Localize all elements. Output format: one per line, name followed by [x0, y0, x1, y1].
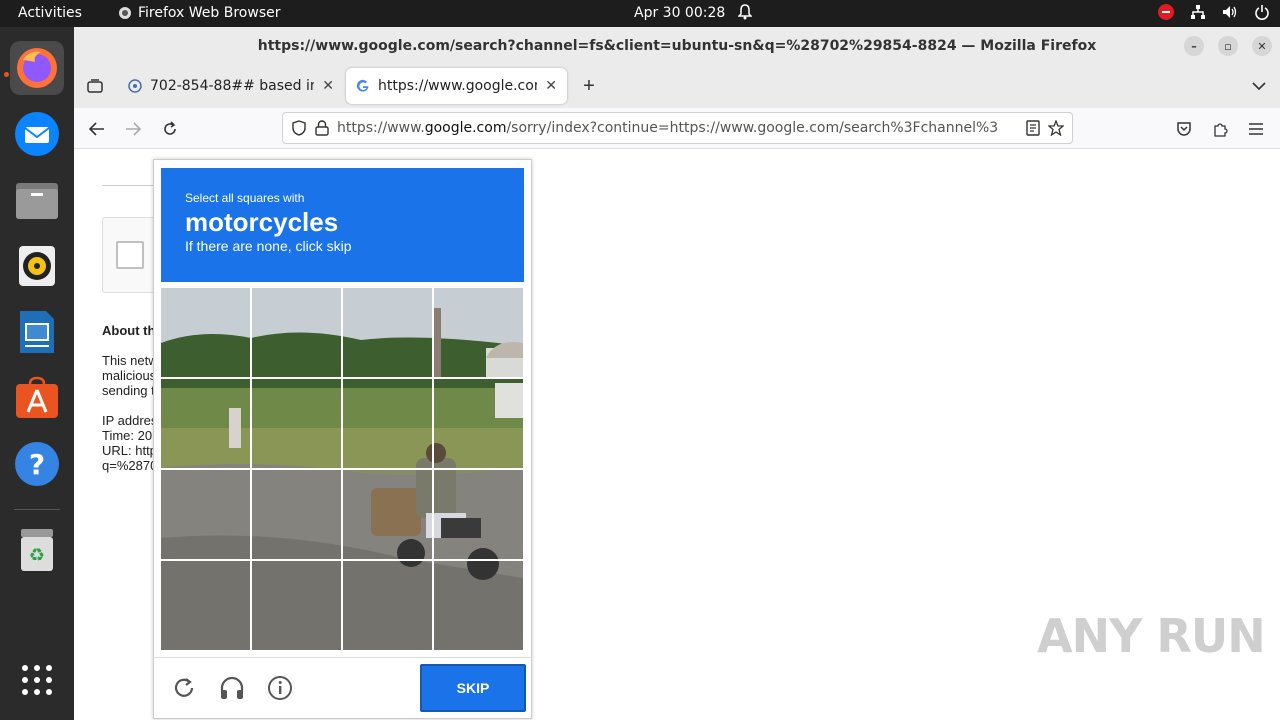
running-indicator: [4, 72, 9, 77]
headphones-icon[interactable]: [218, 674, 246, 702]
grid-tile[interactable]: [161, 379, 250, 468]
svg-text:♻: ♻: [29, 545, 45, 566]
do-not-disturb-icon[interactable]: [1158, 4, 1174, 20]
shield-favicon-icon: [128, 79, 142, 93]
about-text-line: malicious: [102, 368, 157, 383]
grid-tile[interactable]: [434, 379, 523, 468]
forward-button[interactable]: [120, 116, 146, 142]
captcha-instructions: Select all squares with motorcycles If t…: [161, 168, 524, 282]
lock-icon[interactable]: [315, 120, 329, 136]
bell-icon[interactable]: [737, 4, 753, 24]
app-name-label: Firefox Web Browser: [138, 5, 281, 21]
grid-tile[interactable]: [252, 379, 341, 468]
page-content: About th This netw malicious sending t I…: [74, 149, 1280, 720]
tab-google[interactable]: https://www.google.com ✕: [346, 68, 567, 104]
thunderbird-icon[interactable]: [10, 107, 64, 161]
grid-tile[interactable]: [343, 470, 432, 559]
tab-close-icon[interactable]: ✕: [545, 78, 557, 94]
volume-icon: [1223, 6, 1237, 18]
google-favicon-icon: [356, 79, 369, 92]
window-title: https://www.google.com/search?channel=fs…: [257, 37, 1097, 54]
captcha-footer: SKIP: [154, 657, 531, 719]
about-text-line: sending t: [102, 383, 155, 398]
clock[interactable]: Apr 30 00:28: [634, 5, 725, 21]
hint-text: If there are none, click skip: [185, 238, 352, 254]
firefox-small-icon: [119, 7, 131, 19]
navigation-toolbar: https://www.google.com/sorry/index?conti…: [74, 108, 1280, 149]
maximize-button[interactable]: ▫: [1218, 36, 1238, 56]
query-line: q=%2870: [102, 458, 158, 473]
grid-tile[interactable]: [434, 470, 523, 559]
captcha-challenge: Select all squares with motorcycles If t…: [153, 159, 532, 719]
reload-button[interactable]: [157, 116, 183, 142]
grid-tile[interactable]: [161, 470, 250, 559]
time-line: Time: 20: [102, 428, 153, 443]
captcha-image-grid: [161, 288, 523, 650]
grid-tile[interactable]: [343, 379, 432, 468]
bookmark-star-icon[interactable]: [1048, 120, 1064, 136]
files-icon[interactable]: [10, 173, 64, 227]
tab-bar: 702-854-88## based in La ✕ https://www.g…: [74, 64, 1280, 108]
url-text[interactable]: https://www.google.com/sorry/index?conti…: [337, 120, 1018, 136]
grid-tile[interactable]: [161, 561, 250, 650]
software-icon[interactable]: [10, 371, 64, 425]
dock: ? ♻: [0, 27, 74, 720]
reader-view-icon[interactable]: [1026, 120, 1040, 136]
grid-tile[interactable]: [161, 288, 250, 377]
skip-button[interactable]: SKIP: [420, 664, 526, 712]
reload-icon[interactable]: [170, 674, 198, 702]
window-titlebar[interactable]: https://www.google.com/search?channel=fs…: [74, 27, 1280, 64]
extensions-icon[interactable]: [1207, 116, 1233, 142]
firefox-window: https://www.google.com/search?channel=fs…: [74, 27, 1280, 720]
svg-text:?: ?: [29, 448, 45, 481]
app-menu[interactable]: Firefox Web Browser: [118, 5, 281, 21]
anyrun-watermark: ANY RUN: [1037, 609, 1266, 663]
back-button[interactable]: [84, 116, 110, 142]
url-bar[interactable]: https://www.google.com/sorry/index?conti…: [282, 112, 1073, 144]
tab-title: https://www.google.com: [378, 78, 538, 94]
close-window-button[interactable]: ✕: [1252, 36, 1272, 56]
system-top-bar: Activities Firefox Web Browser Apr 30 00…: [0, 0, 1280, 27]
system-tray[interactable]: [1158, 4, 1270, 20]
grid-tile[interactable]: [434, 288, 523, 377]
writer-icon[interactable]: [10, 305, 64, 359]
grid-tile[interactable]: [343, 561, 432, 650]
grid-tile[interactable]: [252, 470, 341, 559]
tracking-shield-icon[interactable]: [291, 120, 307, 136]
new-tab-button[interactable]: +: [576, 73, 602, 99]
tab-search-result[interactable]: 702-854-88## based in La ✕: [118, 68, 344, 104]
recaptcha-checkbox[interactable]: [116, 241, 144, 269]
hamburger-menu-icon[interactable]: [1243, 116, 1269, 142]
list-tabs-chevron-icon[interactable]: [1246, 73, 1272, 99]
about-heading: About th: [102, 323, 156, 338]
tab-close-icon[interactable]: ✕: [322, 78, 334, 94]
tab-overview-icon[interactable]: [82, 73, 108, 99]
ip-address-line: IP addres: [102, 413, 158, 428]
about-text-line: This netw: [102, 353, 158, 368]
instruction-text: Select all squares with: [185, 191, 305, 205]
minimize-button[interactable]: –: [1184, 36, 1204, 56]
tab-title: 702-854-88## based in La: [150, 78, 314, 94]
grid-tile[interactable]: [252, 288, 341, 377]
grid-tile[interactable]: [434, 561, 523, 650]
url-line: URL: http: [102, 443, 157, 458]
info-icon[interactable]: [266, 674, 294, 702]
grid-tile[interactable]: [343, 288, 432, 377]
grid-tile[interactable]: [252, 561, 341, 650]
help-icon[interactable]: ?: [10, 437, 64, 491]
pocket-icon[interactable]: [1171, 116, 1197, 142]
activities-button[interactable]: Activities: [18, 5, 82, 21]
trash-icon[interactable]: ♻: [10, 523, 64, 577]
target-object: motorcycles: [185, 207, 339, 237]
network-icon: [1191, 5, 1205, 19]
power-icon: [1255, 5, 1269, 20]
dock-separator: [14, 509, 60, 510]
apps-grid-icon[interactable]: [10, 653, 64, 707]
rhythmbox-icon[interactable]: [10, 239, 64, 293]
firefox-icon[interactable]: [10, 41, 64, 95]
